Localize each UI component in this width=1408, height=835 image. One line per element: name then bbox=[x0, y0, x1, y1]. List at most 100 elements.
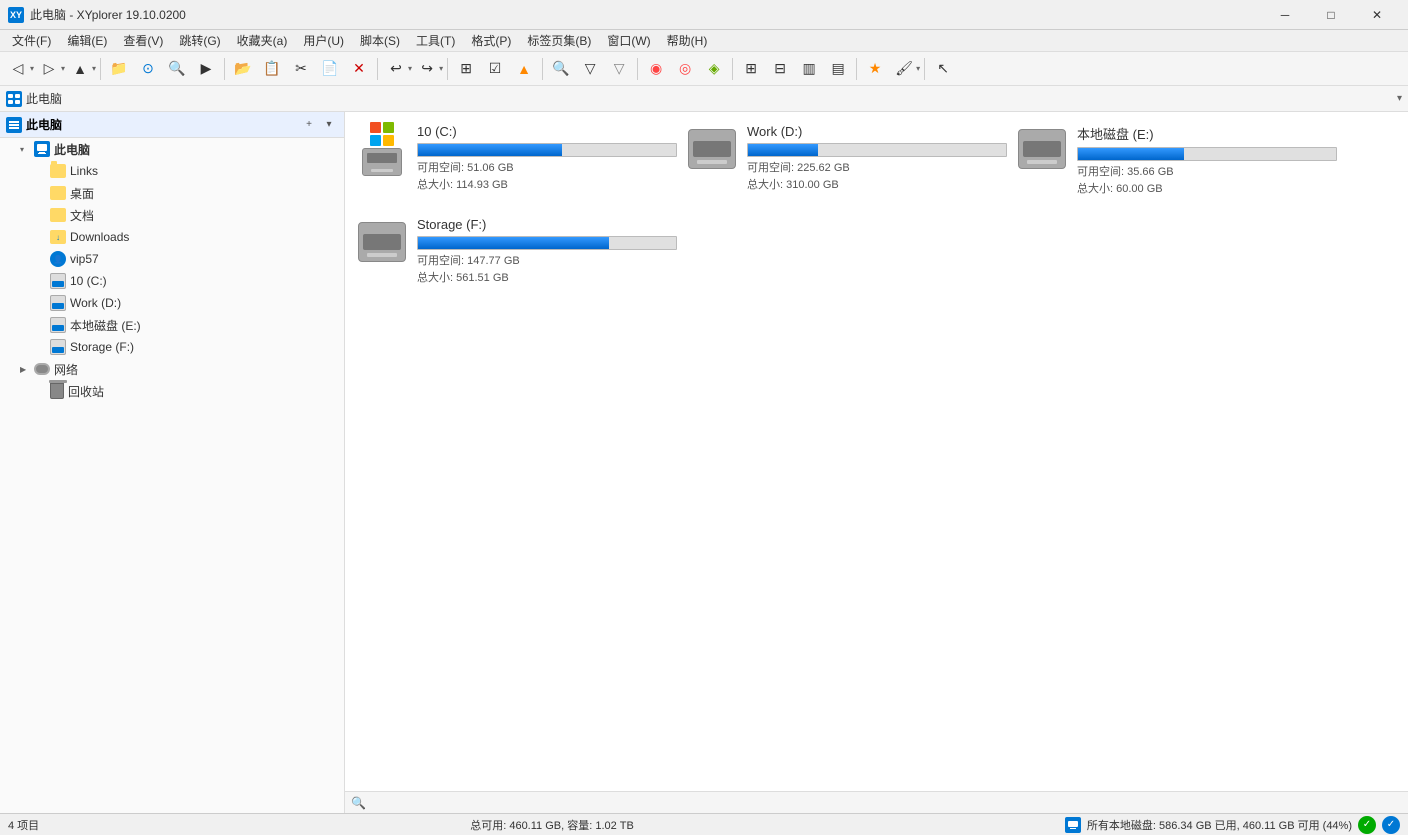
sep1 bbox=[100, 58, 101, 80]
target-button[interactable]: ◎ bbox=[671, 55, 699, 83]
sidebar-menu-button[interactable]: ▾ bbox=[320, 116, 338, 134]
undo-arrow[interactable]: ▾ bbox=[408, 64, 412, 73]
menu-tools[interactable]: 工具(T) bbox=[408, 30, 463, 51]
sidebar-item-vip57[interactable]: 👤 vip57 bbox=[0, 248, 344, 270]
drive-bar-f bbox=[417, 236, 677, 250]
paste-button[interactable]: 📄 bbox=[316, 55, 344, 83]
sidebar-item-c[interactable]: 10 (C:) bbox=[0, 270, 344, 292]
sidebar-item-downloads[interactable]: ↓ Downloads bbox=[0, 226, 344, 248]
menu-help[interactable]: 帮助(H) bbox=[659, 30, 716, 51]
home-button[interactable]: ⊙ bbox=[134, 55, 162, 83]
expand-arrow: ▾ bbox=[20, 145, 30, 154]
sidebar-label-e: 本地磁盘 (E:) bbox=[70, 317, 141, 334]
sep9 bbox=[924, 58, 925, 80]
status-drive-icon bbox=[1065, 817, 1081, 833]
trash-icon bbox=[50, 383, 64, 399]
cursor-button[interactable]: ↖ bbox=[929, 55, 957, 83]
back-button[interactable]: ◁ bbox=[4, 55, 32, 83]
redo-button[interactable]: ↪ bbox=[413, 55, 441, 83]
color-button[interactable]: ◉ bbox=[642, 55, 670, 83]
filter-button[interactable]: ▽ bbox=[576, 55, 604, 83]
filter2-button[interactable]: ▽ bbox=[605, 55, 633, 83]
forward-button[interactable]: ▷ bbox=[35, 55, 63, 83]
sidebar-item-docs[interactable]: 文档 bbox=[0, 204, 344, 226]
up-button[interactable]: ▲ bbox=[66, 55, 94, 83]
computer-icon bbox=[34, 141, 50, 157]
sidebar-item-network[interactable]: ▶ 网络 bbox=[0, 358, 344, 380]
panel-button[interactable]: ▥ bbox=[795, 55, 823, 83]
drive-c-icon bbox=[50, 273, 66, 289]
sync-button[interactable]: ⊞ bbox=[452, 55, 480, 83]
status-ok2-icon: ✓ bbox=[1382, 816, 1400, 834]
drive-available-c: 可用空间: 51.06 GB bbox=[417, 160, 677, 177]
sidebar-label-c: 10 (C:) bbox=[70, 274, 107, 288]
menu-favorites[interactable]: 收藏夹(a) bbox=[229, 30, 296, 51]
sidebar-item-d[interactable]: Work (D:) bbox=[0, 292, 344, 314]
folder-button[interactable]: 📁 bbox=[105, 55, 133, 83]
sidebar-item-f[interactable]: Storage (F:) bbox=[0, 336, 344, 358]
list-button[interactable]: ▤ bbox=[824, 55, 852, 83]
sidebar-item-trash[interactable]: 回收站 bbox=[0, 380, 344, 402]
drive-card-d[interactable]: Work (D:) 可用空间: 225.62 GB 总大小: 310.00 GB bbox=[687, 124, 997, 197]
search-icon: 🔍 bbox=[351, 796, 366, 810]
paint-button[interactable]: 🖌 bbox=[890, 55, 918, 83]
sidebar-add-button[interactable]: + bbox=[300, 116, 318, 134]
sidebar-item-desktop[interactable]: 桌面 bbox=[0, 182, 344, 204]
grid-button[interactable]: ⊞ bbox=[737, 55, 765, 83]
find-button[interactable]: 🔍 bbox=[547, 55, 575, 83]
status-drives-text: 所有本地磁盘: 586.34 GB 已用, 460.11 GB 可用 (44%) bbox=[1087, 817, 1352, 833]
star-button[interactable]: ★ bbox=[861, 55, 889, 83]
new-folder-button[interactable]: 📂 bbox=[229, 55, 257, 83]
up-arrow[interactable]: ▾ bbox=[92, 64, 96, 73]
paint-arrow[interactable]: ▾ bbox=[916, 64, 920, 73]
undo-button[interactable]: ↩ bbox=[382, 55, 410, 83]
grid2-button[interactable]: ⊟ bbox=[766, 55, 794, 83]
drive-info-d: Work (D:) 可用空间: 225.62 GB 总大小: 310.00 GB bbox=[747, 124, 1007, 193]
menu-user[interactable]: 用户(U) bbox=[295, 30, 352, 51]
address-icon bbox=[6, 91, 22, 107]
status-bar: 4 项目 总可用: 460.11 GB, 容量: 1.02 TB 所有本地磁盘:… bbox=[0, 813, 1408, 835]
android-button[interactable]: ◈ bbox=[700, 55, 728, 83]
menu-window[interactable]: 窗口(W) bbox=[599, 30, 658, 51]
close-button[interactable]: ✕ bbox=[1354, 0, 1400, 30]
menu-goto[interactable]: 跳转(G) bbox=[171, 30, 228, 51]
forward-arrow[interactable]: ▾ bbox=[61, 64, 65, 73]
menu-edit[interactable]: 编辑(E) bbox=[59, 30, 115, 51]
drive-card-f[interactable]: Storage (F:) 可用空间: 147.77 GB 总大小: 561.51… bbox=[357, 217, 667, 286]
search-input[interactable] bbox=[366, 797, 1402, 809]
sidebar-header-title: 此电脑 bbox=[26, 116, 296, 133]
title-text: 此电脑 - XYplorer 19.10.0200 bbox=[30, 6, 186, 23]
sidebar-item-computer[interactable]: ▾ 此电脑 bbox=[0, 138, 344, 160]
back-arrow[interactable]: ▾ bbox=[30, 64, 34, 73]
redo-arrow[interactable]: ▾ bbox=[439, 64, 443, 73]
sidebar-item-links[interactable]: Links bbox=[0, 160, 344, 182]
sidebar: 此电脑 + ▾ ▾ 此电脑 Links 桌面 bbox=[0, 112, 345, 813]
menu-bar: 文件(F) 编辑(E) 查看(V) 跳转(G) 收藏夹(a) 用户(U) 脚本(… bbox=[0, 30, 1408, 52]
search-button[interactable]: 🔍 bbox=[163, 55, 191, 83]
cut-button[interactable]: ✂ bbox=[287, 55, 315, 83]
preview-button[interactable]: ▶ bbox=[192, 55, 220, 83]
minimize-button[interactable]: ─ bbox=[1262, 0, 1308, 30]
address-dropdown[interactable]: ▾ bbox=[1397, 93, 1402, 104]
delete-button[interactable]: ✕ bbox=[345, 55, 373, 83]
sidebar-item-e[interactable]: 本地磁盘 (E:) bbox=[0, 314, 344, 336]
menu-format[interactable]: 格式(P) bbox=[463, 30, 519, 51]
menu-script[interactable]: 脚本(S) bbox=[352, 30, 408, 51]
sidebar-label-downloads: Downloads bbox=[70, 230, 129, 244]
maximize-button[interactable]: □ bbox=[1308, 0, 1354, 30]
drive-card-c[interactable]: 10 (C:) 可用空间: 51.06 GB 总大小: 114.93 GB bbox=[357, 124, 667, 197]
desktop-folder-icon bbox=[50, 186, 66, 200]
links-folder-icon bbox=[50, 164, 66, 178]
status-count: 4 项目 bbox=[8, 817, 39, 833]
drive-bar-fill-d bbox=[748, 144, 818, 156]
sidebar-label-network: 网络 bbox=[54, 361, 78, 378]
check-button[interactable]: ☑ bbox=[481, 55, 509, 83]
sidebar-label-f: Storage (F:) bbox=[70, 340, 134, 354]
copy-button[interactable]: 📋 bbox=[258, 55, 286, 83]
send-button[interactable]: ▲ bbox=[510, 55, 538, 83]
menu-tabs[interactable]: 标签页集(B) bbox=[519, 30, 599, 51]
drive-card-e[interactable]: 本地磁盘 (E:) 可用空间: 35.66 GB 总大小: 60.00 GB bbox=[1017, 124, 1327, 197]
user-icon: 👤 bbox=[50, 251, 66, 267]
menu-file[interactable]: 文件(F) bbox=[4, 30, 59, 51]
menu-view[interactable]: 查看(V) bbox=[115, 30, 171, 51]
